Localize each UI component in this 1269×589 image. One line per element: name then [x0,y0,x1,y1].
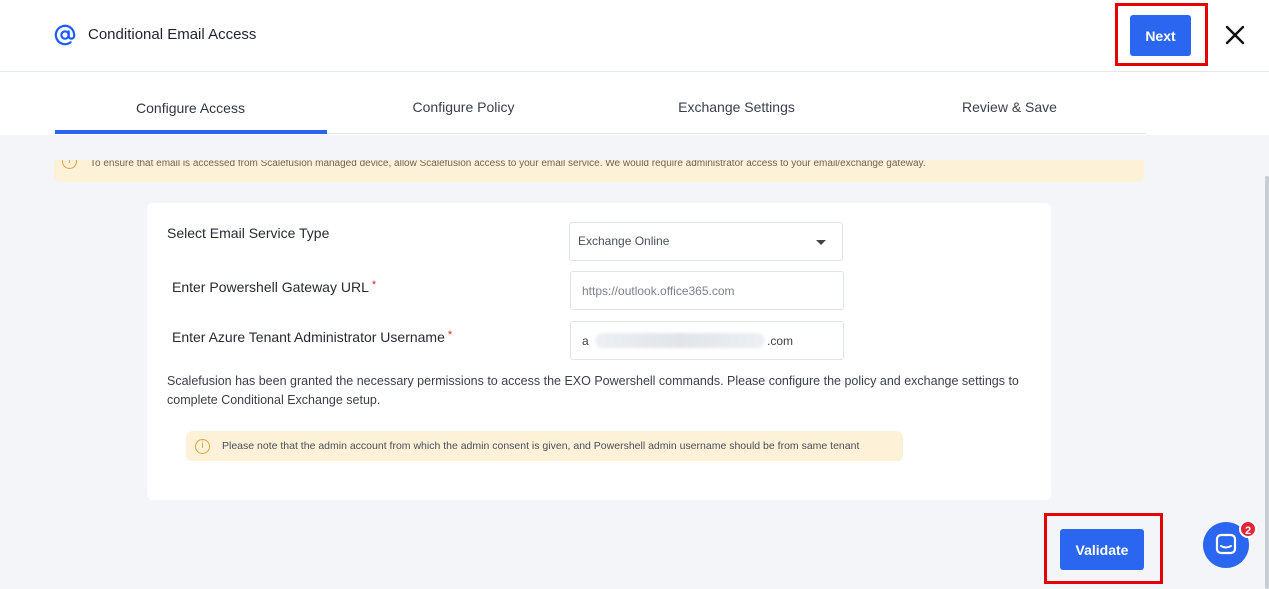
required-mark: * [447,329,453,341]
service-type-label: Select Email Service Type [167,225,330,241]
close-icon[interactable] [1222,22,1248,48]
username-label: Enter Azure Tenant Administrator Usernam… [172,329,452,345]
scrollbar[interactable] [1265,176,1269,589]
banner-text: To ensure that email is accessed from Sc… [90,160,926,169]
tenant-note: i Please note that the admin account fro… [186,431,903,461]
tab-configure-access[interactable]: Configure Access [54,100,327,116]
chevron-down-icon [816,240,826,245]
wizard-tabs: Configure Access Configure Policy Exchan… [0,72,1269,135]
email-service-card: Select Email Service Type Exchange Onlin… [147,203,1051,500]
chat-launcher[interactable]: 2 [1203,520,1257,568]
validate-button[interactable]: Validate [1060,529,1144,570]
permission-text: Scalefusion has been granted the necessa… [167,374,1019,407]
header-bar: Conditional Email Access Next [0,0,1269,72]
gateway-url-input[interactable] [570,271,844,310]
info-banner: i To ensure that email is accessed from … [54,160,1144,182]
tab-exchange-settings[interactable]: Exchange Settings [600,99,873,115]
info-icon: i [195,439,210,454]
gateway-url-label: Enter Powershell Gateway URL * [172,279,376,295]
service-type-value: Exchange Online [578,234,670,248]
tab-review-save[interactable]: Review & Save [873,99,1146,115]
service-type-select[interactable]: Exchange Online [569,222,843,261]
at-sign-icon [54,24,76,46]
username-input[interactable]: a .com [570,321,844,360]
required-mark: * [371,279,377,291]
next-button[interactable]: Next [1130,15,1191,56]
notification-badge: 2 [1239,520,1257,538]
page-title: Conditional Email Access [88,26,257,43]
redacted-username [595,333,765,348]
username-prefix: a [582,334,589,348]
tab-configure-policy[interactable]: Configure Policy [327,99,600,115]
active-tab-indicator [55,130,327,134]
username-suffix: .com [767,334,794,348]
info-icon: i [62,160,77,169]
gateway-url-label-text: Enter Powershell Gateway URL [172,279,369,295]
tenant-note-text: Please note that the admin account from … [222,440,860,452]
username-label-text: Enter Azure Tenant Administrator Usernam… [172,329,445,345]
